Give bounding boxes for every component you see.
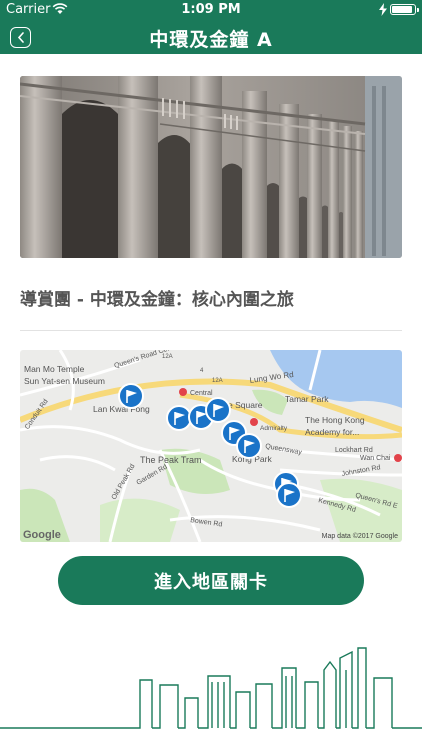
page-title: 中環及金鐘 A	[149, 29, 273, 51]
map-attribution: Map data ©2017 Google	[321, 533, 398, 540]
map-label: Wan Chai	[360, 455, 391, 462]
map-label: The Peak Tram	[140, 455, 202, 465]
battery-fill	[392, 6, 412, 13]
map-label: Admiralty	[260, 425, 288, 432]
tour-stop-marker[interactable]	[236, 433, 262, 459]
map-label: The Hong Kong	[305, 415, 365, 425]
divider	[20, 330, 402, 331]
map-label: 12A	[162, 354, 173, 360]
map-label: 12A	[212, 378, 223, 384]
map-label: Academy for...	[305, 427, 359, 437]
map-label: e Square	[228, 400, 263, 410]
navigation-bar: 中環及金鐘 A	[0, 20, 422, 54]
tour-title: 導賞團 - 中環及金鐘：核心內圍之旅	[20, 290, 294, 310]
tour-stop-marker[interactable]	[166, 405, 192, 431]
enter-district-button[interactable]: 進入地區關卡	[58, 556, 364, 605]
map-label: Lan Kwai Fong	[93, 404, 150, 414]
tour-stop-marker[interactable]	[276, 482, 302, 508]
charging-icon	[379, 3, 387, 16]
map-label: Man Mo Temple	[24, 364, 85, 374]
map-label: Garden Rd	[136, 463, 169, 486]
map-label: Sun Yat-sen Museum	[24, 376, 105, 386]
map-label: Lockhart Rd	[335, 447, 373, 454]
battery-icon	[390, 4, 416, 15]
map-view[interactable]: Man Mo Temple Sun Yat-sen Museum Lan Kwa…	[20, 350, 402, 542]
tour-photo	[20, 76, 402, 258]
map-label: Central	[190, 390, 213, 397]
city-skyline-graphic	[0, 647, 422, 729]
tour-stop-marker[interactable]	[205, 397, 231, 423]
status-bar: Carrier 1:09 PM	[0, 0, 422, 20]
tour-stop-marker[interactable]	[118, 383, 144, 409]
battery-tip	[417, 8, 419, 12]
google-logo: Google	[23, 529, 61, 541]
map-label: Tamar Park	[285, 394, 329, 404]
clock: 1:09 PM	[181, 2, 241, 17]
map-label: 4	[200, 368, 204, 374]
